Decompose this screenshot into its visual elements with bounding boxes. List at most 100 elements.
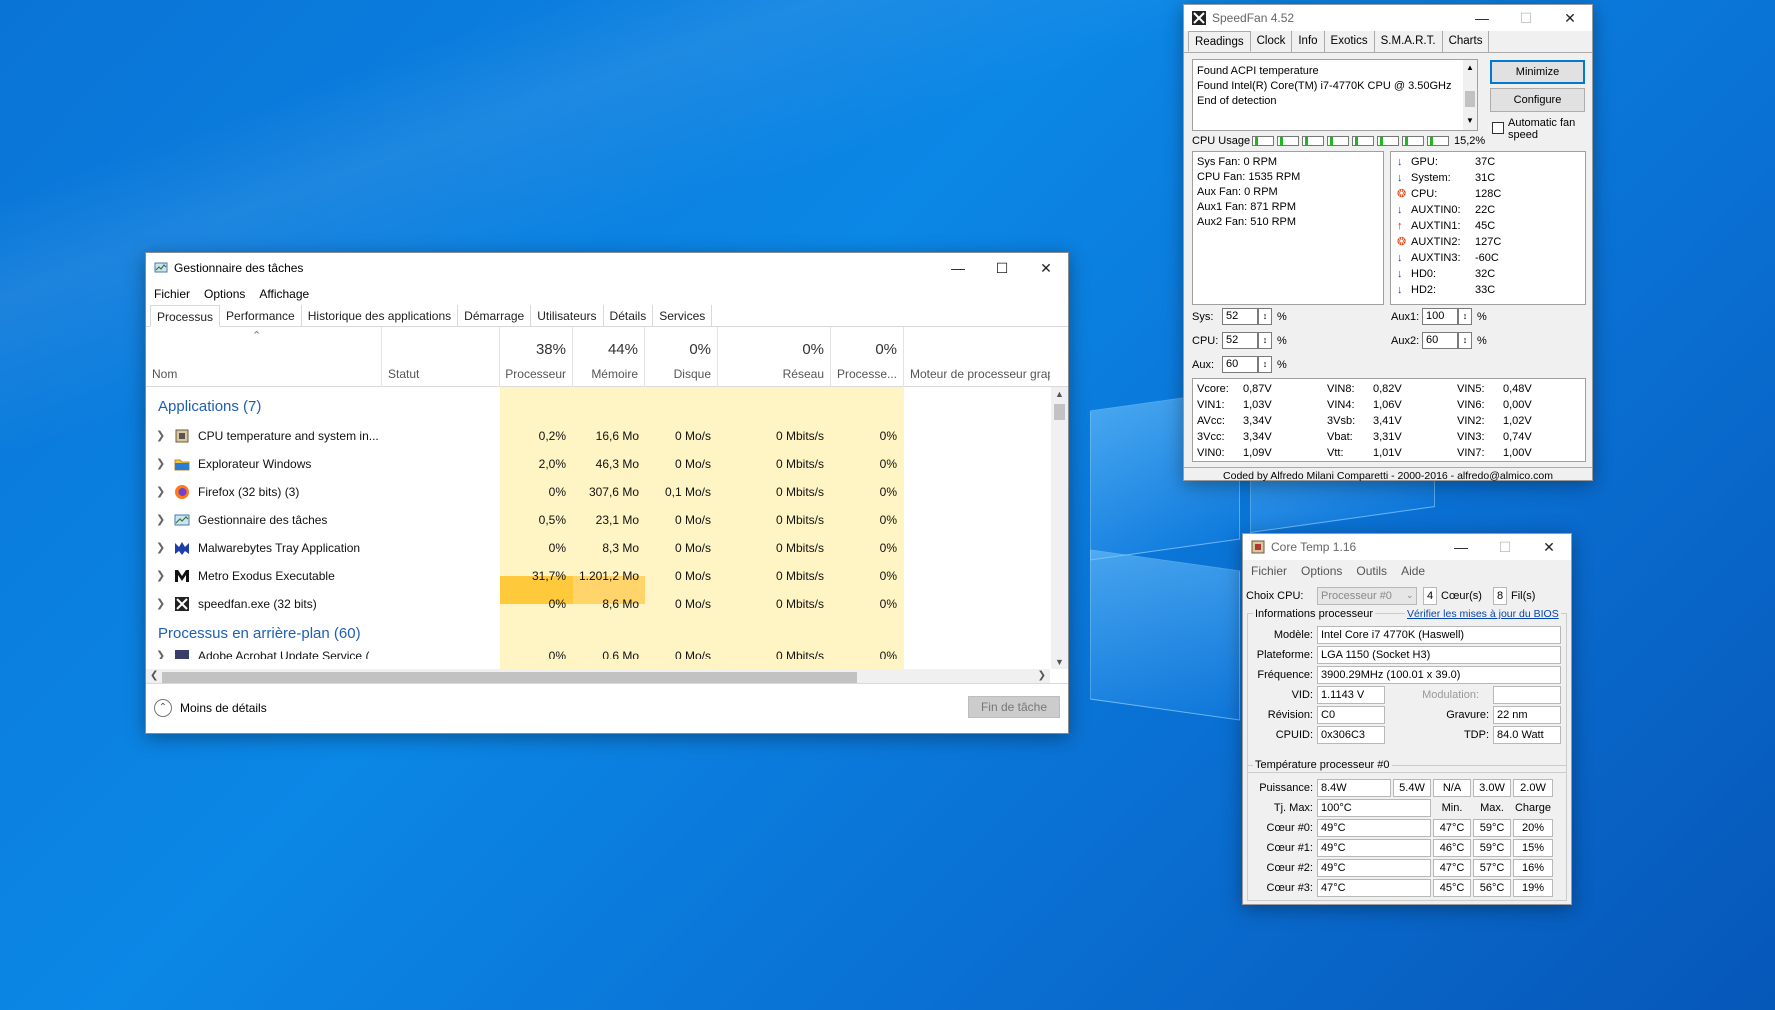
log-scrollbar[interactable]: ▲ ▼ bbox=[1463, 60, 1477, 130]
bios-update-link[interactable]: Vérifier les mises à jour du BIOS bbox=[1405, 608, 1561, 620]
tab-charts[interactable]: Charts bbox=[1443, 31, 1490, 52]
minimize-button[interactable]: — bbox=[1460, 5, 1504, 31]
tab-performance[interactable]: Performance bbox=[220, 305, 302, 326]
cpu-usage-bar bbox=[1377, 136, 1399, 146]
speedfan-icon bbox=[1192, 11, 1206, 25]
tab-utilisateurs[interactable]: Utilisateurs bbox=[531, 305, 604, 326]
aux1-speed-input[interactable]: 100 bbox=[1422, 308, 1458, 325]
minimize-button[interactable]: — bbox=[936, 253, 980, 283]
close-button[interactable]: ✕ bbox=[1527, 534, 1571, 560]
col-gpu-engine[interactable]: Moteur de processeur graphic bbox=[904, 327, 1050, 387]
col-status[interactable]: Statut bbox=[382, 327, 500, 387]
end-task-button[interactable]: Fin de tâche bbox=[968, 696, 1060, 718]
configure-button[interactable]: Configure bbox=[1490, 88, 1585, 112]
scrollbar-thumb[interactable] bbox=[1465, 91, 1475, 107]
col-network[interactable]: 0% Réseau bbox=[718, 327, 831, 387]
menu-fichier[interactable]: Fichier bbox=[154, 287, 190, 301]
core-min: 47°C bbox=[1433, 819, 1471, 837]
col-gpu[interactable]: 0% Processe... bbox=[831, 327, 904, 387]
chevron-right-icon[interactable]: ❯ bbox=[156, 485, 165, 498]
table-row[interactable]: ❯ Metro Exodus Executable 31,7% 1.201,2 … bbox=[146, 562, 1050, 590]
aux1-speed-spinner[interactable]: ↕ bbox=[1458, 308, 1472, 325]
minimize-button[interactable]: — bbox=[1439, 534, 1483, 560]
table-row[interactable]: ❯ CPU temperature and system in... 0,2% … bbox=[146, 422, 1050, 450]
chevron-right-icon[interactable]: ❯ bbox=[156, 569, 165, 582]
aux-speed-input[interactable]: 60 bbox=[1222, 356, 1258, 373]
scroll-down-icon[interactable]: ▼ bbox=[1055, 657, 1064, 667]
col-disk[interactable]: 0% Disque bbox=[645, 327, 718, 387]
scrollbar-thumb[interactable] bbox=[162, 672, 857, 683]
table-row[interactable]: ❯ speedfan.exe (32 bits) 0% 8,6 Mo 0 Mo/… bbox=[146, 590, 1050, 618]
log-box[interactable]: Found ACPI temperature Found Intel(R) Co… bbox=[1192, 59, 1478, 131]
sys-speed-input[interactable]: 52 bbox=[1222, 308, 1258, 325]
table-row[interactable]: ❯ Firefox (32 bits) (3) 0% 307,6 Mo 0,1 … bbox=[146, 478, 1050, 506]
tab-details[interactable]: Détails bbox=[604, 305, 654, 326]
aux-speed-spinner[interactable]: ↕ bbox=[1258, 356, 1272, 373]
tab-historique[interactable]: Historique des applications bbox=[302, 305, 459, 326]
scrollbar-thumb[interactable] bbox=[1054, 404, 1065, 420]
title-bar[interactable]: Gestionnaire des tâches — ☐ ✕ bbox=[146, 253, 1068, 283]
scroll-left-icon[interactable]: ❮ bbox=[150, 670, 158, 681]
cpu-choice-select[interactable]: Processeur #0 bbox=[1317, 587, 1417, 605]
title-bar[interactable]: Core Temp 1.16 — ☐ ✕ bbox=[1243, 534, 1571, 560]
chevron-right-icon[interactable]: ❯ bbox=[156, 541, 165, 554]
table-row[interactable]: ❯ Malwarebytes Tray Application 0% 8,3 M… bbox=[146, 534, 1050, 562]
cpu-speed-spinner[interactable]: ↕ bbox=[1258, 332, 1272, 349]
chevron-right-icon[interactable]: ❯ bbox=[156, 513, 165, 526]
col-memory[interactable]: 44% Mémoire bbox=[573, 327, 645, 387]
close-button[interactable]: ✕ bbox=[1024, 253, 1068, 283]
core-load: 16% bbox=[1513, 859, 1553, 877]
tab-clock[interactable]: Clock bbox=[1251, 31, 1293, 52]
menu-aide[interactable]: Aide bbox=[1401, 564, 1425, 578]
chevron-right-icon[interactable]: ❯ bbox=[156, 649, 165, 659]
tab-demarrage[interactable]: Démarrage bbox=[458, 305, 532, 326]
tab-info[interactable]: Info bbox=[1292, 31, 1325, 52]
tab-processus[interactable]: Processus bbox=[150, 305, 221, 327]
chevron-right-icon[interactable]: ❯ bbox=[156, 429, 165, 442]
menu-outils[interactable]: Outils bbox=[1356, 564, 1387, 578]
chevron-right-icon[interactable]: ❯ bbox=[156, 597, 165, 610]
sys-speed-spinner[interactable]: ↕ bbox=[1258, 308, 1272, 325]
tab-services[interactable]: Services bbox=[653, 305, 713, 326]
table-row[interactable]: ❯ Gestionnaire des tâches 0,5% 23,1 Mo 0… bbox=[146, 506, 1050, 534]
table-row[interactable]: ❯ Explorateur Windows 2,0% 46,3 Mo 0 Mo/… bbox=[146, 450, 1050, 478]
maximize-button[interactable]: ☐ bbox=[980, 253, 1024, 283]
chevron-down-icon[interactable]: ⌄ bbox=[1406, 590, 1414, 601]
menu-fichier[interactable]: Fichier bbox=[1251, 564, 1287, 578]
minimize-app-button[interactable]: Minimize bbox=[1490, 60, 1585, 84]
fan-label: Sys Fan: bbox=[1197, 156, 1241, 168]
scroll-down-icon[interactable]: ▼ bbox=[1463, 113, 1477, 128]
cpu-speed-input[interactable]: 52 bbox=[1222, 332, 1258, 349]
table-row-partial[interactable]: ❯ Adobe Acrobat Update Service ( 0% 0,6 … bbox=[146, 649, 1050, 659]
fan-reading: Aux Fan: 0 RPM bbox=[1197, 185, 1379, 200]
tab-smart[interactable]: S.M.A.R.T. bbox=[1375, 31, 1443, 52]
cpu-usage-bar bbox=[1277, 136, 1299, 146]
voltage-reading: Vcore: 0,87V bbox=[1197, 382, 1272, 397]
tab-readings[interactable]: Readings bbox=[1188, 31, 1251, 52]
collapse-up-icon[interactable]: ⌃ bbox=[154, 699, 172, 717]
title-bar[interactable]: SpeedFan 4.52 — ☐ ✕ bbox=[1184, 5, 1592, 31]
scroll-up-icon[interactable]: ▲ bbox=[1055, 389, 1064, 399]
voltage-label: 3Vcc: bbox=[1197, 431, 1225, 443]
vertical-scrollbar[interactable]: ▲ ▼ bbox=[1051, 387, 1068, 669]
scroll-right-icon[interactable]: ❯ bbox=[1038, 670, 1046, 681]
col-cpu[interactable]: 38% Processeur bbox=[500, 327, 573, 387]
voltage-reading: Vbat: 3,31V bbox=[1327, 430, 1402, 445]
process-name: Malwarebytes Tray Application bbox=[198, 541, 361, 555]
process-name: Metro Exodus Executable bbox=[198, 569, 335, 583]
scroll-up-icon[interactable]: ▲ bbox=[1463, 60, 1477, 75]
less-details-link[interactable]: Moins de détails bbox=[180, 701, 267, 715]
temperature-reading: ↓ HD2: 33C bbox=[1395, 283, 1581, 299]
col-name[interactable]: ⌃ Nom bbox=[146, 327, 382, 387]
menu-affichage[interactable]: Affichage bbox=[259, 287, 309, 301]
chevron-right-icon[interactable]: ❯ bbox=[156, 457, 165, 470]
close-button[interactable]: ✕ bbox=[1548, 5, 1592, 31]
voltage-reading: AVcc: 3,34V bbox=[1197, 414, 1272, 429]
aux2-speed-spinner[interactable]: ↕ bbox=[1458, 332, 1472, 349]
process-name: CPU temperature and system in... bbox=[198, 429, 379, 443]
menu-options[interactable]: Options bbox=[204, 287, 245, 301]
auto-fan-checkbox[interactable] bbox=[1492, 122, 1504, 134]
menu-options[interactable]: Options bbox=[1301, 564, 1342, 578]
tab-exotics[interactable]: Exotics bbox=[1325, 31, 1375, 52]
aux2-speed-input[interactable]: 60 bbox=[1422, 332, 1458, 349]
